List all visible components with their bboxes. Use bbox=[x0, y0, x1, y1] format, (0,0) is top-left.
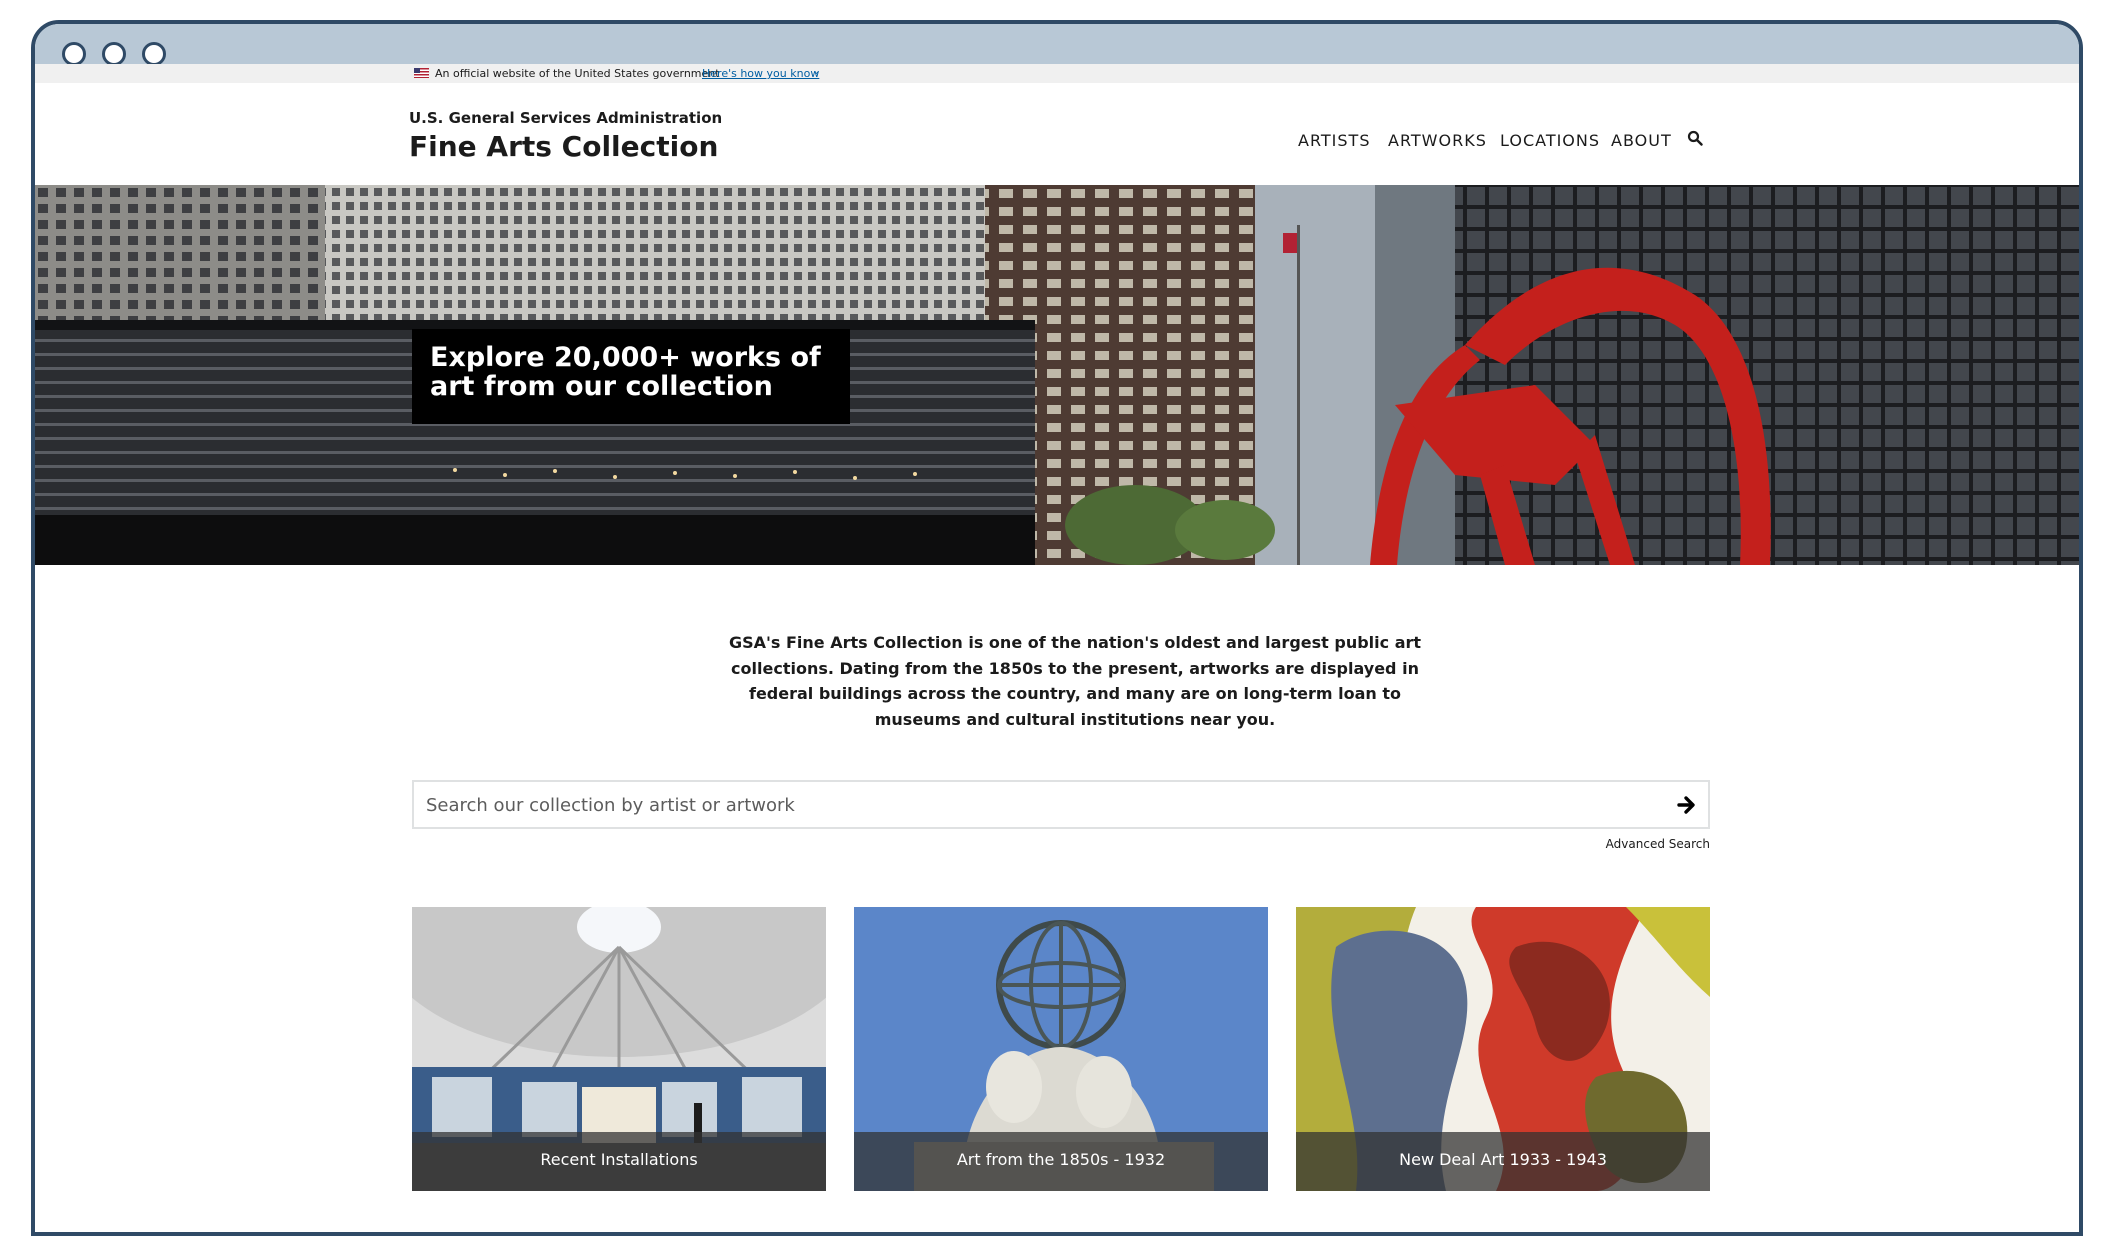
nav-locations[interactable]: LOCATIONS bbox=[1500, 131, 1600, 150]
hero-banner: Explore 20,000+ works of art from our co… bbox=[35, 185, 2079, 565]
hero-image bbox=[35, 185, 2079, 565]
nav-artists[interactable]: ARTISTS bbox=[1298, 131, 1370, 150]
card-caption-bar: Recent Installations bbox=[412, 1132, 826, 1191]
heres-how-you-know-link[interactable]: Here's how you know bbox=[702, 67, 819, 80]
card-new-deal-art[interactable]: New Deal Art 1933 - 1943 bbox=[1296, 907, 1710, 1191]
intro-paragraph: GSA's Fine Arts Collection is one of the… bbox=[728, 633, 1422, 729]
advanced-search-link[interactable]: Advanced Search bbox=[1590, 837, 1710, 851]
search-icon[interactable] bbox=[1687, 130, 1703, 146]
card-art-1850s-1932[interactable]: Art from the 1850s - 1932 bbox=[854, 907, 1268, 1191]
search-input[interactable] bbox=[424, 790, 1648, 821]
arrow-right-icon[interactable] bbox=[1676, 794, 1698, 816]
site-title[interactable]: Fine Arts Collection bbox=[409, 130, 718, 163]
card-caption-bar: Art from the 1850s - 1932 bbox=[854, 1132, 1268, 1191]
card-caption: Recent Installations bbox=[540, 1150, 698, 1169]
card-caption: New Deal Art 1933 - 1943 bbox=[1399, 1150, 1607, 1169]
card-recent-installations[interactable]: Recent Installations bbox=[412, 907, 826, 1191]
site-header: U.S. General Services Administration Fin… bbox=[35, 83, 2079, 185]
chevron-down-icon[interactable]: ⌄ bbox=[812, 66, 820, 77]
nav-artworks[interactable]: ARTWORKS bbox=[1388, 131, 1487, 150]
card-caption-bar: New Deal Art 1933 - 1943 bbox=[1296, 1132, 1710, 1191]
hero-title: Explore 20,000+ works of art from our co… bbox=[430, 342, 821, 402]
card-caption: Art from the 1850s - 1932 bbox=[956, 1150, 1166, 1169]
gov-banner: An official website of the United States… bbox=[35, 64, 2079, 83]
nav-about[interactable]: ABOUT bbox=[1611, 131, 1672, 150]
agency-name: U.S. General Services Administration bbox=[409, 109, 723, 127]
page-viewport: An official website of the United States… bbox=[35, 0, 2079, 1236]
us-flag-icon bbox=[414, 68, 429, 78]
hero-title-box: Explore 20,000+ works of art from our co… bbox=[412, 329, 850, 424]
gov-banner-text: An official website of the United States… bbox=[435, 67, 720, 80]
collection-search-box bbox=[412, 780, 1710, 829]
